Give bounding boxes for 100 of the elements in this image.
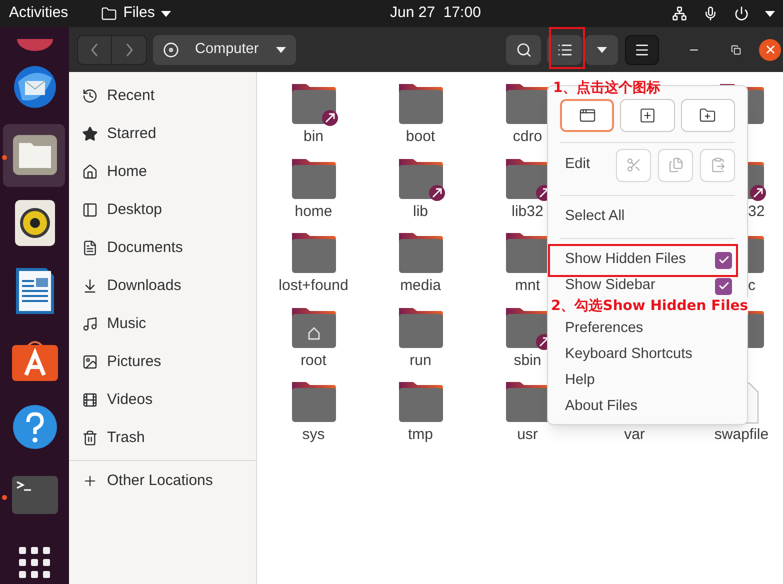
sidebar-item[interactable]: Videos [69, 381, 256, 419]
file-name: home [294, 202, 332, 222]
file-name: media [400, 276, 441, 296]
mail-app-icon[interactable] [12, 64, 58, 110]
film-icon [82, 392, 98, 408]
sidebar-item[interactable]: Pictures [69, 343, 256, 381]
edit-label: Edit [564, 155, 591, 174]
file-name: lib [412, 202, 428, 222]
chevron-left-icon [91, 42, 98, 56]
menu-icon-button[interactable] [560, 99, 614, 132]
trash-icon [82, 430, 98, 446]
document-app-icon[interactable] [16, 268, 54, 314]
file-name: cdro [512, 127, 542, 147]
list-icon [556, 42, 572, 58]
back-button[interactable] [77, 34, 112, 64]
folder-icon[interactable] [290, 380, 338, 424]
view-options-button[interactable] [585, 34, 618, 64]
paste-icon [710, 157, 726, 173]
folder-link-icon[interactable] [396, 156, 444, 200]
file-name: sbin [514, 350, 542, 370]
new-tab-icon [639, 107, 656, 124]
menu-item[interactable]: Show Hidden Files [560, 247, 735, 273]
document-icon [82, 240, 98, 256]
menu-icon-button[interactable] [680, 99, 735, 132]
menu-item-label: Show Hidden Files [565, 250, 686, 270]
activities-button[interactable]: Activities [9, 2, 68, 25]
power-icon[interactable] [734, 6, 749, 21]
network-icon[interactable] [672, 6, 687, 21]
close-icon [764, 43, 776, 56]
file-name: boot [406, 127, 436, 147]
terminal-icon[interactable] [12, 476, 58, 514]
folder-app-icon[interactable] [12, 135, 56, 175]
speaker-app-icon[interactable] [14, 200, 54, 246]
menu-item[interactable]: Keyboard Shortcuts [560, 342, 735, 368]
folder-icon[interactable] [396, 231, 444, 275]
sidebar-item[interactable]: Other Locations [69, 461, 256, 501]
search-button[interactable] [506, 34, 541, 64]
location-button[interactable]: Computer [153, 34, 296, 64]
sidebar-item[interactable]: Desktop [69, 191, 256, 229]
folder-icon[interactable] [396, 380, 444, 424]
app-grid-icon[interactable] [18, 547, 50, 579]
file-name: 32 [748, 202, 765, 222]
folder-icon [101, 6, 118, 22]
file-name: bin [303, 127, 324, 147]
menu-item[interactable]: Select All [560, 204, 735, 230]
menu-button[interactable] [625, 34, 659, 64]
annotation-frame [549, 27, 585, 69]
restore-icon [731, 44, 741, 54]
sidebar-item[interactable]: Documents [69, 229, 256, 267]
file-name: var [624, 425, 645, 445]
picture-icon [82, 354, 98, 370]
scissors-icon [626, 157, 642, 173]
sidebar-item[interactable]: Downloads [69, 267, 256, 305]
microphone-icon[interactable] [703, 6, 718, 21]
menu-item[interactable]: Preferences [560, 316, 735, 342]
sidebar-item[interactable]: Recent [69, 77, 256, 115]
music-icon [82, 316, 98, 332]
file-name: usr [517, 425, 538, 445]
caret-icon [276, 46, 286, 52]
app-menu[interactable]: Files [101, 2, 171, 25]
checkbox[interactable] [715, 278, 732, 294]
search-icon [516, 42, 532, 58]
forward-button[interactable] [112, 34, 147, 64]
home-folder-icon[interactable] [290, 306, 338, 350]
annotation-text: 1、点击这个图标 [553, 79, 661, 97]
check-icon [718, 280, 730, 292]
home-icon [82, 164, 98, 180]
folder-icon[interactable] [290, 156, 338, 200]
menu-item[interactable]: Show Sidebar [560, 273, 735, 299]
copy-icon [668, 157, 684, 173]
clock[interactable]: Jun 27 17:00 [390, 2, 481, 25]
file-name: lib32 [512, 202, 544, 222]
sidebar-item[interactable]: Music [69, 305, 256, 343]
folder-icon[interactable] [396, 306, 444, 350]
chevron-right-icon [126, 42, 132, 56]
app-icon[interactable] [14, 39, 54, 53]
star-icon [82, 126, 98, 142]
file-name: sys [302, 425, 325, 445]
menu-icon-button[interactable] [620, 99, 675, 132]
file-name: c [748, 276, 756, 296]
sidebar-item[interactable]: Trash [69, 419, 256, 457]
sidebar-item[interactable]: Starred [69, 115, 256, 153]
close-button[interactable] [759, 38, 781, 60]
desktop-icon [82, 202, 98, 218]
file-name: lost+found [278, 276, 348, 296]
menu-item[interactable]: About Files [560, 394, 735, 420]
folder-link-icon[interactable] [290, 82, 338, 126]
folder-icon[interactable] [290, 231, 338, 275]
view-list-button[interactable] [547, 34, 582, 64]
menu-icon [634, 42, 650, 58]
file-name: tmp [408, 425, 433, 445]
history-icon [82, 88, 98, 104]
help-icon[interactable] [12, 404, 58, 450]
sidebar-item[interactable]: Home [69, 153, 256, 191]
menu-item[interactable]: Help [560, 368, 735, 394]
folder-icon[interactable] [396, 82, 444, 126]
file-name: root [300, 350, 326, 370]
menu-item-label: Show Sidebar [565, 276, 656, 296]
checkbox[interactable] [715, 252, 732, 268]
file-name: swapfile [714, 425, 769, 445]
